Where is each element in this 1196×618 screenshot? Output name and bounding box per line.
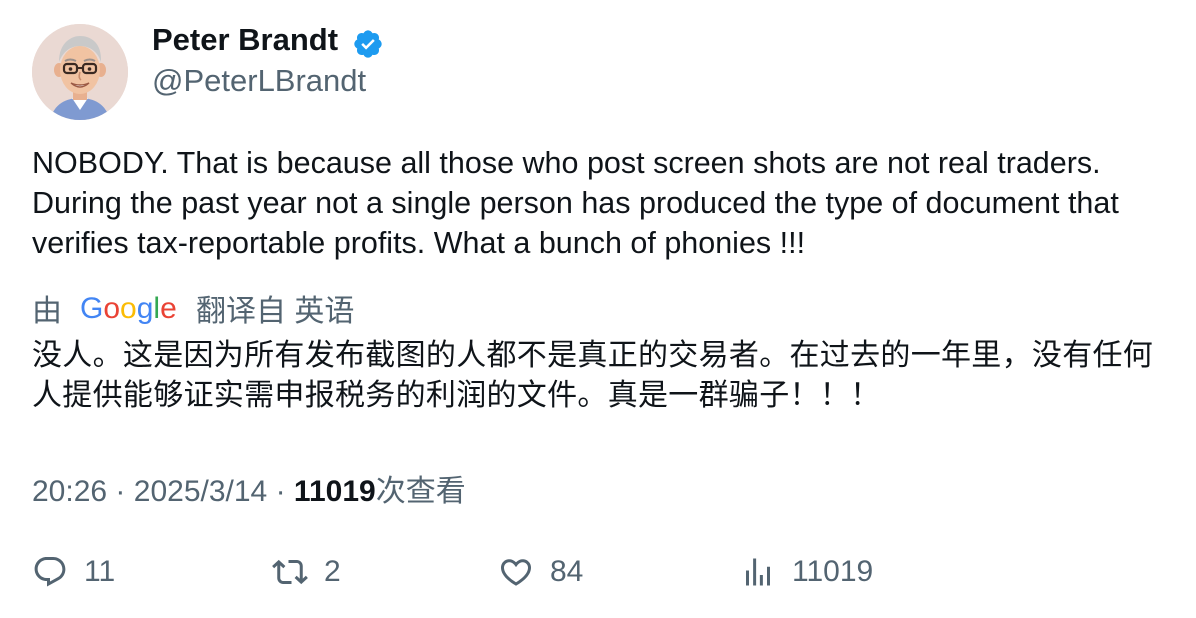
retweet-count: 2 [324, 555, 341, 588]
views-count: 11019 [293, 475, 376, 508]
like-button[interactable]: 84 [498, 552, 583, 592]
tweet-date[interactable]: 2025/3/14 [134, 475, 267, 508]
meta-separator: · [115, 475, 126, 508]
verified-badge-icon [354, 30, 382, 58]
author-name[interactable]: Peter Brandt [152, 22, 338, 58]
reply-bubble-icon [34, 557, 66, 587]
views-label: 次查看 [375, 475, 466, 508]
tweet-text: NOBODY. That is because all those who po… [32, 146, 1119, 260]
views-count-action: 11019 [792, 555, 874, 588]
svg-text:Google: Google [80, 292, 177, 325]
bar-chart-icon [746, 558, 770, 586]
reply-count: 11 [84, 555, 116, 588]
avatar-illustration [32, 24, 128, 120]
translation-suffix: 翻译自 英语 [196, 295, 355, 328]
retweet-arrows-icon [272, 559, 308, 585]
tweet-meta: 20:26 · 2025/3/14 · 11019次查看 [32, 466, 466, 510]
translation-attribution: 由 Google 翻译自 英语 [32, 288, 354, 328]
meta-separator: · [275, 475, 286, 508]
like-count: 84 [550, 555, 584, 588]
author-handle[interactable]: @PeterLBrandt [152, 63, 366, 99]
action-bar: 11 2 84 11019 [32, 552, 1172, 592]
author-avatar[interactable] [32, 24, 128, 120]
translation-prefix: 由 [32, 295, 62, 328]
views-button[interactable]: 11019 [740, 552, 873, 592]
heart-icon [500, 559, 532, 586]
google-logo-icon: Google [80, 292, 177, 325]
tweet-time[interactable]: 20:26 [32, 475, 107, 508]
retweet-button[interactable]: 2 [272, 552, 341, 592]
reply-button[interactable]: 11 [32, 552, 115, 592]
translated-text: 没人。这是因为所有发布截图的人都不是真正的交易者。在过去的一年里，没有任何人提供… [32, 338, 1154, 413]
